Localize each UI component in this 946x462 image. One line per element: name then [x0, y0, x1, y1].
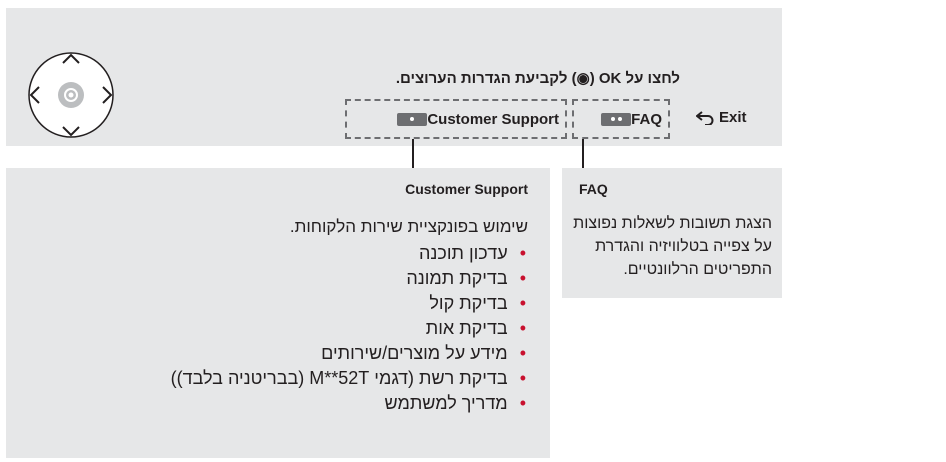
list-item: מידע על מוצרים/שירותים — [171, 341, 526, 366]
list-item: בדיקת אות — [171, 316, 526, 341]
faq-description-text: הצגת תשובות לשאלות נפוצות על צפייה בטלוו… — [573, 215, 772, 278]
customer-support-title: Customer Support — [405, 181, 528, 197]
instruction-panel: לחצו על OK (◉) לקביעת הגדרות הערוצים. Cu… — [6, 8, 782, 146]
list-item: מדריך למשתמש — [171, 391, 526, 416]
customer-support-button-label: Customer Support — [427, 110, 559, 128]
faq-title: FAQ — [579, 181, 608, 197]
faq-description: FAQ הצגת תשובות לשאלות נפוצות על צפייה ב… — [562, 168, 782, 298]
back-arrow-icon — [696, 110, 714, 125]
connector-line — [412, 139, 414, 168]
list-item: בדיקת תמונה — [171, 266, 526, 291]
list-item: בדיקת קול — [171, 291, 526, 316]
list-item: בדיקת רשת (דגמי M**52T (בבריטניה בלבד)) — [171, 366, 526, 391]
customer-support-button[interactable]: Customer Support — [345, 99, 567, 139]
customer-support-description: Customer Support שימוש בפונקציית שירות ה… — [6, 168, 550, 458]
faq-button[interactable]: FAQ — [572, 99, 670, 139]
dpad-icon — [28, 52, 114, 138]
exit-button[interactable]: Exit — [696, 109, 747, 126]
instruction-text: לחצו על OK (◉) לקביעת הגדרות הערוצים. — [395, 70, 680, 87]
customer-support-list: עדכון תוכנה בדיקת תמונה בדיקת קול בדיקת … — [171, 241, 526, 416]
list-item: עדכון תוכנה — [171, 241, 526, 266]
remote-red-button-icon — [397, 112, 428, 126]
customer-support-intro: שימוש בפונקציית שירות הלקוחות. — [289, 217, 528, 236]
exit-label: Exit — [719, 109, 747, 126]
faq-button-label: FAQ — [631, 110, 662, 128]
remote-two-dot-button-icon — [601, 112, 632, 126]
connector-line — [582, 139, 584, 168]
